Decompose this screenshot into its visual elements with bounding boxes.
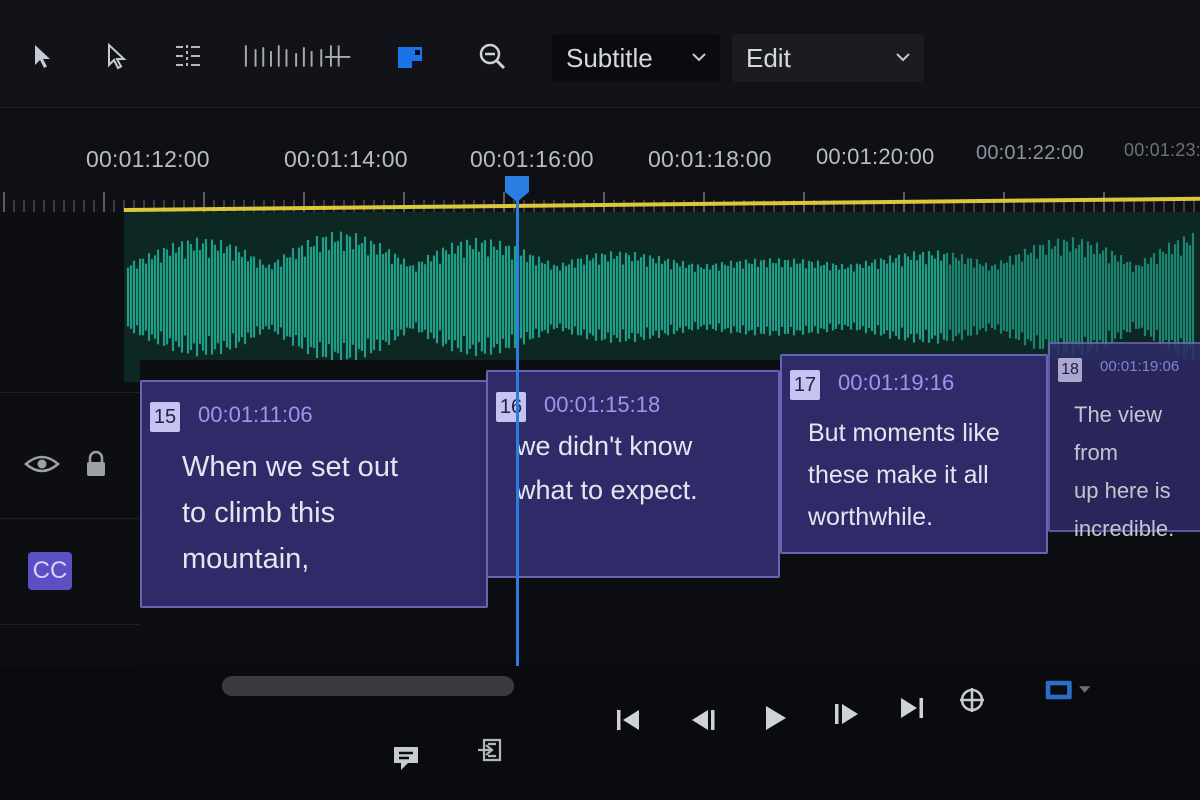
go-to-end-button[interactable] [892,688,932,728]
timecode-label: 00:01:12:00 [86,146,210,172]
chevron-down-icon [896,53,910,62]
output-settings-button[interactable] [1040,670,1096,710]
eye-icon [24,455,60,473]
mode-label: Edit [746,42,791,73]
subtitle-text: But moments like these make it all worth… [808,419,1000,531]
go-to-start-button[interactable] [608,700,648,740]
subtitle-text: The view from up here is incredible. [1074,402,1175,541]
subtitle-start-time: 00:01:11:06 [198,402,313,427]
timecode-label: 00:01:23:00 [1124,140,1200,160]
captions-track-badge[interactable]: CC [28,552,72,590]
snap-icon [398,47,422,68]
time-ruler[interactable]: 00:01:12:00 00:01:14:00 00:01:16:00 00:0… [0,108,1200,212]
timecode-label: 00:01:20:00 [816,144,935,169]
track-select-button[interactable] [98,34,134,78]
step-forward-icon [835,704,858,724]
skip-back-icon [617,710,639,730]
marker-target-icon [960,688,984,712]
play-button[interactable] [754,698,794,738]
ripple-icon [176,45,200,67]
subtitle-number: 16 [496,392,526,422]
timeline-scrollbar[interactable] [222,676,514,696]
zoom-tool-button[interactable] [474,34,510,78]
mode-dropdown[interactable]: Edit [732,34,924,82]
subtitle-start-time: 00:01:19:06 [1100,358,1180,375]
chevron-down-icon [692,53,706,62]
caption-insert-icon [394,747,418,770]
razor-ticks-icon [244,45,351,67]
monitor-settings-icon [1045,680,1091,700]
playhead-line[interactable] [516,196,519,666]
export-caption-button[interactable] [470,730,510,770]
razor-tool-button[interactable] [240,34,360,78]
skip-forward-icon [901,698,923,718]
timecode-label: 00:01:16:00 [470,146,594,172]
step-back-icon [692,710,715,730]
step-back-button[interactable] [684,700,724,740]
subtitle-clip[interactable]: 15 00:01:11:06 When we set out to climb … [140,380,488,608]
transport-bar [0,666,1200,800]
ripple-edit-button[interactable] [170,34,206,78]
track-headers [0,212,140,692]
selection-tool-button[interactable] [24,34,60,78]
export-icon [478,738,502,762]
arrow-icon [35,45,50,68]
add-marker-button[interactable] [952,680,992,720]
subtitle-start-time: 00:01:19:16 [838,370,955,395]
track-visibility-toggle[interactable] [24,452,60,481]
step-forward-button[interactable] [826,694,866,734]
subtitle-start-time: 00:01:15:18 [544,392,661,417]
subtitle-clip[interactable]: 16 00:01:15:18 we didn't know what to ex… [486,370,780,578]
track-type-label: Subtitle [566,42,653,73]
track-type-dropdown[interactable]: Subtitle [552,34,720,82]
snap-tool-button[interactable] [392,34,428,78]
lock-icon [87,450,105,476]
timecode-label: 00:01:22:00 [976,142,1084,164]
toolbar: Subtitle Edit [0,0,1200,108]
play-icon [766,706,786,730]
timecode-label: 00:01:18:00 [648,146,772,172]
subtitle-number: 15 [150,402,180,432]
track-lock-toggle[interactable] [84,450,108,483]
insert-caption-button[interactable] [386,738,426,778]
subtitle-text: we didn't know what to expect. [516,431,698,505]
subtitle-text: When we set out to climb this mountain, [182,451,398,575]
timecode-label: 00:01:14:00 [284,146,408,172]
subtitle-number: 17 [790,370,820,400]
subtitle-clip[interactable]: 17 00:01:19:16 But moments like these ma… [780,354,1048,554]
playhead-handle[interactable] [503,174,531,204]
subtitle-number: 18 [1058,358,1082,382]
subtitle-clip[interactable]: 18 00:01:19:06 The view from up here is … [1048,342,1200,541]
zoom-out-icon [479,43,506,70]
arrow-outline-icon [108,42,127,70]
